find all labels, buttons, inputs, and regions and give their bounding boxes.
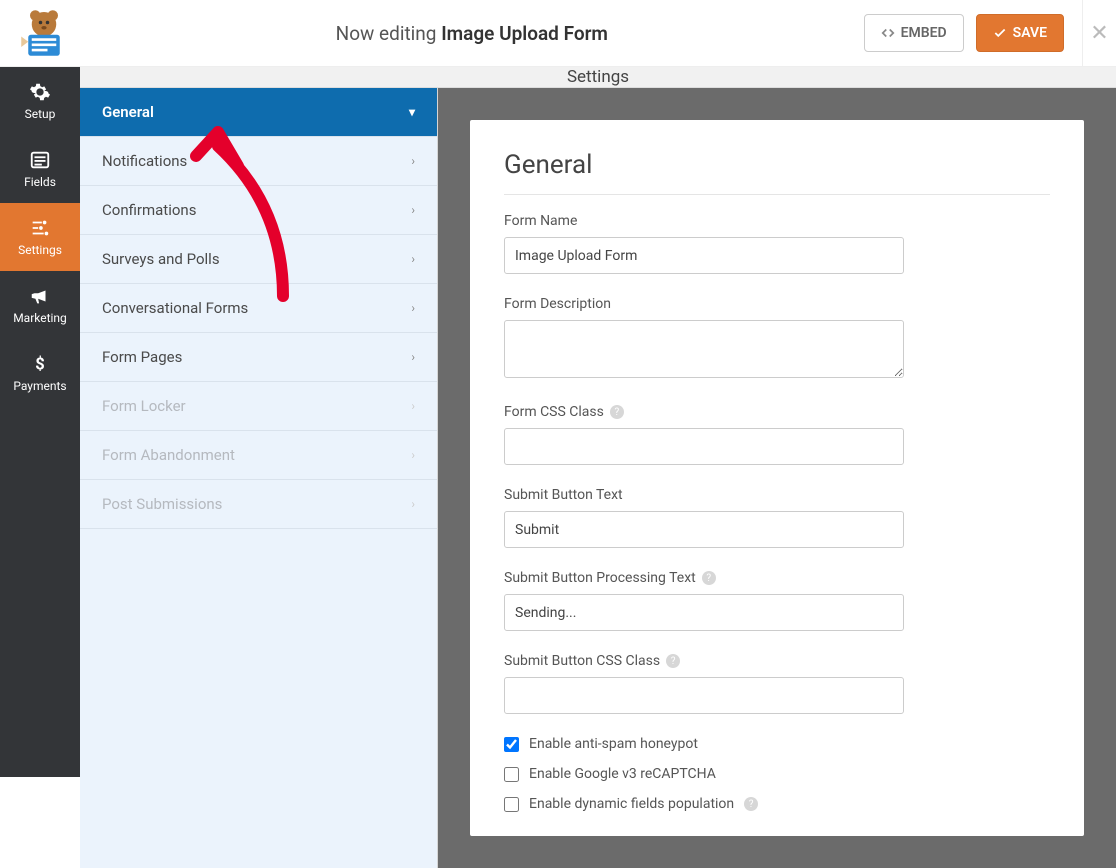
honeypot-checkbox[interactable] (504, 737, 519, 752)
settings-nav-post-submissions: Post Submissions › (80, 480, 437, 529)
settings-nav-label: Notifications (102, 152, 187, 170)
dynamic-checkbox[interactable] (504, 797, 519, 812)
rail-payments[interactable]: $ Payments (0, 339, 80, 407)
submit-css-input[interactable] (504, 677, 904, 714)
check-recaptcha[interactable]: Enable Google v3 reCAPTCHA (504, 766, 1050, 782)
chevron-right-icon: › (411, 301, 415, 315)
chevron-down-icon: ▾ (409, 105, 415, 119)
bullhorn-icon (29, 285, 51, 307)
editing-form-name: Image Upload Form (441, 22, 608, 45)
content-wrap: Settings General ▾ Notifications › Confi… (80, 67, 1116, 777)
sub-header: Settings (80, 67, 1116, 88)
settings-nav-label: General (102, 103, 154, 121)
columns: General ▾ Notifications › Confirmations … (80, 88, 1116, 868)
settings-nav-form-pages[interactable]: Form Pages › (80, 333, 437, 382)
editing-prefix: Now editing (336, 22, 437, 45)
settings-nav-label: Form Pages (102, 348, 182, 366)
left-rail: Setup Fields Settings Marketing $ Paymen… (0, 67, 80, 777)
form-css-input[interactable] (504, 428, 904, 465)
chevron-right-icon: › (411, 399, 415, 413)
submit-text-label: Submit Button Text (504, 487, 1050, 503)
settings-nav-notifications[interactable]: Notifications › (80, 137, 437, 186)
settings-nav: General ▾ Notifications › Confirmations … (80, 88, 438, 868)
chevron-right-icon: › (411, 350, 415, 364)
dynamic-label: Enable dynamic fields population (529, 796, 734, 812)
sub-header-title: Settings (567, 67, 629, 87)
form-description-label: Form Description (504, 296, 1050, 312)
rail-setup[interactable]: Setup (0, 67, 80, 135)
chevron-right-icon: › (411, 252, 415, 266)
gear-icon (29, 81, 51, 103)
topbar-actions: EMBED SAVE (864, 14, 1082, 52)
field-form-css: Form CSS Class ? (504, 404, 1050, 465)
field-submit-processing: Submit Button Processing Text ? (504, 570, 1050, 631)
submit-processing-label: Submit Button Processing Text (504, 570, 696, 586)
form-name-label: Form Name (504, 213, 1050, 229)
submit-processing-input[interactable] (504, 594, 904, 631)
editing-title: Now editing Image Upload Form (80, 22, 864, 45)
top-bar: Now editing Image Upload Form EMBED SAVE… (0, 0, 1116, 67)
settings-nav-surveys[interactable]: Surveys and Polls › (80, 235, 437, 284)
settings-nav-form-abandonment: Form Abandonment › (80, 431, 437, 480)
honeypot-label: Enable anti-spam honeypot (529, 736, 698, 752)
settings-nav-confirmations[interactable]: Confirmations › (80, 186, 437, 235)
settings-nav-label: Post Submissions (102, 495, 222, 513)
form-description-input[interactable] (504, 320, 904, 378)
check-dynamic[interactable]: Enable dynamic fields population ? (504, 796, 1050, 812)
field-submit-text: Submit Button Text (504, 487, 1050, 548)
settings-nav-label: Form Abandonment (102, 446, 235, 464)
help-icon[interactable]: ? (666, 654, 680, 668)
settings-nav-conversational[interactable]: Conversational Forms › (80, 284, 437, 333)
chevron-right-icon: › (411, 448, 415, 462)
form-name-input[interactable] (504, 237, 904, 274)
settings-nav-label: Surveys and Polls (102, 250, 220, 268)
rail-label: Settings (18, 243, 62, 257)
field-form-name: Form Name (504, 213, 1050, 274)
settings-nav-label: Conversational Forms (102, 299, 248, 317)
rail-marketing[interactable]: Marketing (0, 271, 80, 339)
form-css-label: Form CSS Class (504, 404, 604, 420)
close-button[interactable]: ✕ (1082, 0, 1116, 67)
sliders-icon (29, 217, 51, 239)
rail-label: Payments (13, 379, 66, 393)
general-panel: General Form Name Form Description Form … (470, 120, 1084, 836)
main-area: Setup Fields Settings Marketing $ Paymen… (0, 67, 1116, 777)
wpforms-logo (0, 5, 80, 61)
embed-button[interactable]: EMBED (864, 14, 964, 52)
submit-css-label: Submit Button CSS Class (504, 653, 660, 669)
recaptcha-label: Enable Google v3 reCAPTCHA (529, 766, 716, 782)
svg-text:$: $ (35, 356, 44, 375)
help-icon[interactable]: ? (610, 405, 624, 419)
save-button[interactable]: SAVE (976, 14, 1064, 52)
settings-nav-general[interactable]: General ▾ (80, 88, 437, 137)
embed-button-label: EMBED (901, 25, 947, 41)
field-submit-css: Submit Button CSS Class ? (504, 653, 1050, 714)
dollar-icon: $ (29, 353, 51, 375)
check-honeypot[interactable]: Enable anti-spam honeypot (504, 736, 1050, 752)
canvas: General Form Name Form Description Form … (438, 88, 1116, 868)
chevron-right-icon: › (411, 203, 415, 217)
settings-nav-label: Confirmations (102, 201, 196, 219)
recaptcha-checkbox[interactable] (504, 767, 519, 782)
submit-text-input[interactable] (504, 511, 904, 548)
chevron-right-icon: › (411, 497, 415, 511)
list-icon (29, 149, 51, 171)
panel-heading: General (504, 150, 1050, 195)
rail-label: Setup (25, 107, 56, 121)
help-icon[interactable]: ? (702, 571, 716, 585)
chevron-right-icon: › (411, 154, 415, 168)
settings-nav-label: Form Locker (102, 397, 186, 415)
rail-label: Marketing (13, 311, 67, 325)
rail-label: Fields (24, 175, 56, 189)
rail-fields[interactable]: Fields (0, 135, 80, 203)
rail-settings[interactable]: Settings (0, 203, 80, 271)
settings-nav-form-locker: Form Locker › (80, 382, 437, 431)
field-form-description: Form Description (504, 296, 1050, 382)
help-icon[interactable]: ? (744, 797, 758, 811)
save-button-label: SAVE (1013, 25, 1047, 41)
